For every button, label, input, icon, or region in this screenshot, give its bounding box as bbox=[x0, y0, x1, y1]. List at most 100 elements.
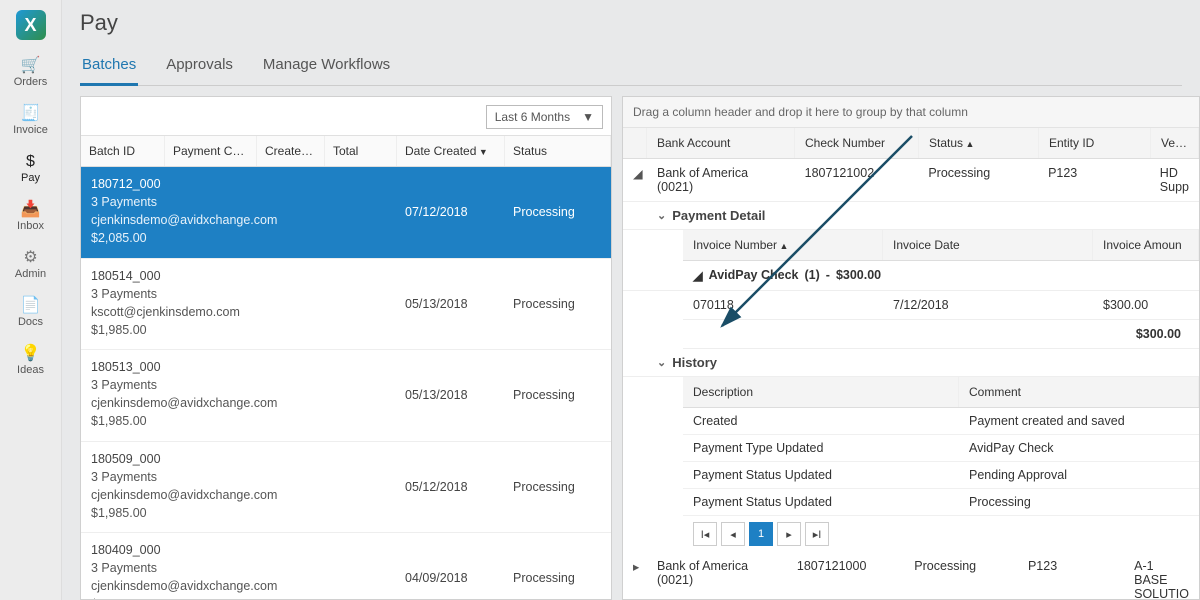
history-header[interactable]: ⌄ History bbox=[623, 349, 1199, 377]
cell-vendor: HD Supp bbox=[1150, 159, 1199, 201]
col-invoice-date[interactable]: Invoice Date bbox=[883, 230, 1093, 260]
date-filter-select[interactable]: Last 6 Months ▼ bbox=[486, 105, 603, 129]
batch-created-by: cjenkinsdemo@avidxchange.com bbox=[91, 211, 387, 229]
payment-detail-header[interactable]: ⌄ Payment Detail bbox=[623, 202, 1199, 230]
pager-first-button[interactable]: I◂ bbox=[693, 522, 717, 546]
pager-next-button[interactable]: ▸ bbox=[777, 522, 801, 546]
invoice-date: 7/12/2018 bbox=[883, 291, 1093, 319]
history-table-header: Description Comment bbox=[683, 377, 1199, 408]
cell-check: 1807121002 bbox=[795, 159, 919, 201]
tab-approvals[interactable]: Approvals bbox=[164, 46, 235, 85]
cell-status: Processing bbox=[918, 159, 1038, 201]
payment-row[interactable]: ▸Bank of America (0021)1807121000Process… bbox=[623, 552, 1199, 600]
nav-item-pay[interactable]: $ Pay bbox=[0, 144, 61, 192]
col-history-desc[interactable]: Description bbox=[683, 377, 959, 407]
tabs: Batches Approvals Manage Workflows bbox=[80, 46, 1182, 86]
nav-item-invoice[interactable]: 🧾 Invoice bbox=[0, 96, 61, 144]
expand-icon[interactable]: ▸ bbox=[623, 552, 647, 600]
date-filter-label: Last 6 Months bbox=[495, 110, 570, 124]
app-logo: X bbox=[16, 10, 46, 40]
col-vendor[interactable]: Vendor bbox=[1151, 128, 1199, 158]
history-row: Payment Status UpdatedProcessing bbox=[683, 489, 1199, 516]
tab-manage-workflows[interactable]: Manage Workflows bbox=[261, 46, 392, 85]
nav-item-ideas[interactable]: 💡Ideas bbox=[0, 336, 61, 384]
batch-total: $2,085.00 bbox=[91, 229, 387, 247]
payment-row[interactable]: ◢Bank of America (0021)1807121002Process… bbox=[623, 159, 1199, 202]
batch-total: $1,985.00 bbox=[91, 504, 387, 522]
batch-row[interactable]: 180509_0003 Paymentscjenkinsdemo@avidxch… bbox=[81, 442, 611, 534]
batch-row[interactable]: 180712_0003 Paymentscjenkinsdemo@avidxch… bbox=[81, 167, 611, 259]
inbox-icon: 📥 bbox=[21, 202, 41, 218]
nav-label: Admin bbox=[15, 268, 46, 280]
group-hint[interactable]: Drag a column header and drop it here to… bbox=[623, 97, 1199, 128]
invoice-icon: 🧾 bbox=[21, 106, 41, 122]
batch-id: 180409_000 bbox=[91, 541, 387, 559]
nav-label: Pay bbox=[21, 172, 40, 184]
docs-icon: 📄 bbox=[21, 298, 41, 314]
cell-entity: P123 bbox=[1018, 552, 1124, 600]
batch-row[interactable]: 180514_0003 Paymentskscott@cjenkinsdemo.… bbox=[81, 259, 611, 351]
batch-row[interactable]: 180409_0003 Paymentscjenkinsdemo@avidxch… bbox=[81, 533, 611, 599]
col-payment-co[interactable]: Payment Co... bbox=[165, 136, 257, 166]
batch-total: $1,985.00 bbox=[91, 412, 387, 430]
batch-payment-count: 3 Payments bbox=[91, 285, 387, 303]
expand-icon[interactable]: ◢ bbox=[623, 159, 647, 201]
col-check-number[interactable]: Check Number bbox=[795, 128, 919, 158]
history-row: Payment Status UpdatedPending Approval bbox=[683, 462, 1199, 489]
batch-status: Processing bbox=[505, 533, 611, 599]
batch-id: 180509_000 bbox=[91, 450, 387, 468]
history-desc: Payment Status Updated bbox=[683, 462, 959, 488]
batch-date: 04/09/2018 bbox=[397, 533, 505, 599]
batch-created-by: kscott@cjenkinsdemo.com bbox=[91, 303, 387, 321]
col-invoice-number[interactable]: Invoice Number bbox=[683, 230, 883, 260]
batch-status: Processing bbox=[505, 442, 611, 533]
invoice-group-row[interactable]: ◢ AvidPay Check (1) - $300.00 bbox=[623, 261, 1199, 291]
nav-item-admin[interactable]: ⚙Admin bbox=[0, 240, 61, 288]
col-detail-status[interactable]: Status bbox=[919, 128, 1039, 158]
nav-item-inbox[interactable]: 📥 Inbox bbox=[0, 192, 61, 240]
history-comment: Pending Approval bbox=[959, 462, 1199, 488]
col-total[interactable]: Total bbox=[325, 136, 397, 166]
batch-id: 180514_000 bbox=[91, 267, 387, 285]
tab-batches[interactable]: Batches bbox=[80, 46, 138, 85]
chevron-down-icon: ⌄ bbox=[657, 209, 666, 222]
batch-row[interactable]: 180513_0003 Paymentscjenkinsdemo@avidxch… bbox=[81, 350, 611, 442]
batch-total: $1,985.00 bbox=[91, 595, 387, 599]
col-bank-account[interactable]: Bank Account bbox=[647, 128, 795, 158]
invoice-total: $300.00 bbox=[1126, 320, 1199, 348]
history-comment: Processing bbox=[959, 489, 1199, 515]
history-comment: AvidPay Check bbox=[959, 435, 1199, 461]
batch-status: Processing bbox=[505, 167, 611, 258]
nav-item-orders[interactable]: 🛒Orders bbox=[0, 48, 61, 96]
col-status[interactable]: Status bbox=[505, 136, 611, 166]
nav-label: Inbox bbox=[17, 220, 44, 232]
batch-total: $1,985.00 bbox=[91, 321, 387, 339]
cell-bank: Bank of America (0021) bbox=[647, 159, 795, 201]
cell-vendor: A-1 BASE SOLUTIO bbox=[1124, 552, 1199, 600]
invoice-row[interactable]: 0701187/12/2018$300.00 bbox=[683, 291, 1199, 320]
invoice-amount: $300.00 bbox=[1093, 291, 1199, 319]
pager-page-button[interactable]: 1 bbox=[749, 522, 773, 546]
batch-date: 05/13/2018 bbox=[397, 259, 505, 350]
chevron-down-icon: ⌄ bbox=[657, 356, 666, 369]
col-history-comment[interactable]: Comment bbox=[959, 377, 1199, 407]
nav-label: Invoice bbox=[13, 124, 48, 136]
invoice-number: 070118 bbox=[683, 291, 883, 319]
nav-item-docs[interactable]: 📄Docs bbox=[0, 288, 61, 336]
batch-payment-count: 3 Payments bbox=[91, 193, 387, 211]
batch-created-by: cjenkinsdemo@avidxchange.com bbox=[91, 577, 387, 595]
col-date-created[interactable]: Date Created bbox=[397, 136, 505, 166]
history-row: Payment Type UpdatedAvidPay Check bbox=[683, 435, 1199, 462]
col-entity-id[interactable]: Entity ID bbox=[1039, 128, 1151, 158]
col-batch-id[interactable]: Batch ID bbox=[81, 136, 165, 166]
chevron-down-icon: ▼ bbox=[582, 110, 594, 124]
col-invoice-amount[interactable]: Invoice Amoun bbox=[1093, 230, 1199, 260]
detail-table-header: Bank Account Check Number Status Entity … bbox=[623, 128, 1199, 159]
col-created-by[interactable]: Created By bbox=[257, 136, 325, 166]
pager-prev-button[interactable]: ◂ bbox=[721, 522, 745, 546]
history-desc: Payment Status Updated bbox=[683, 489, 959, 515]
pay-icon: $ bbox=[26, 154, 35, 170]
invoice-table-header: Invoice Number Invoice Date Invoice Amou… bbox=[683, 230, 1199, 261]
triangle-down-icon: ◢ bbox=[693, 268, 703, 283]
pager-last-button[interactable]: ▸I bbox=[805, 522, 829, 546]
